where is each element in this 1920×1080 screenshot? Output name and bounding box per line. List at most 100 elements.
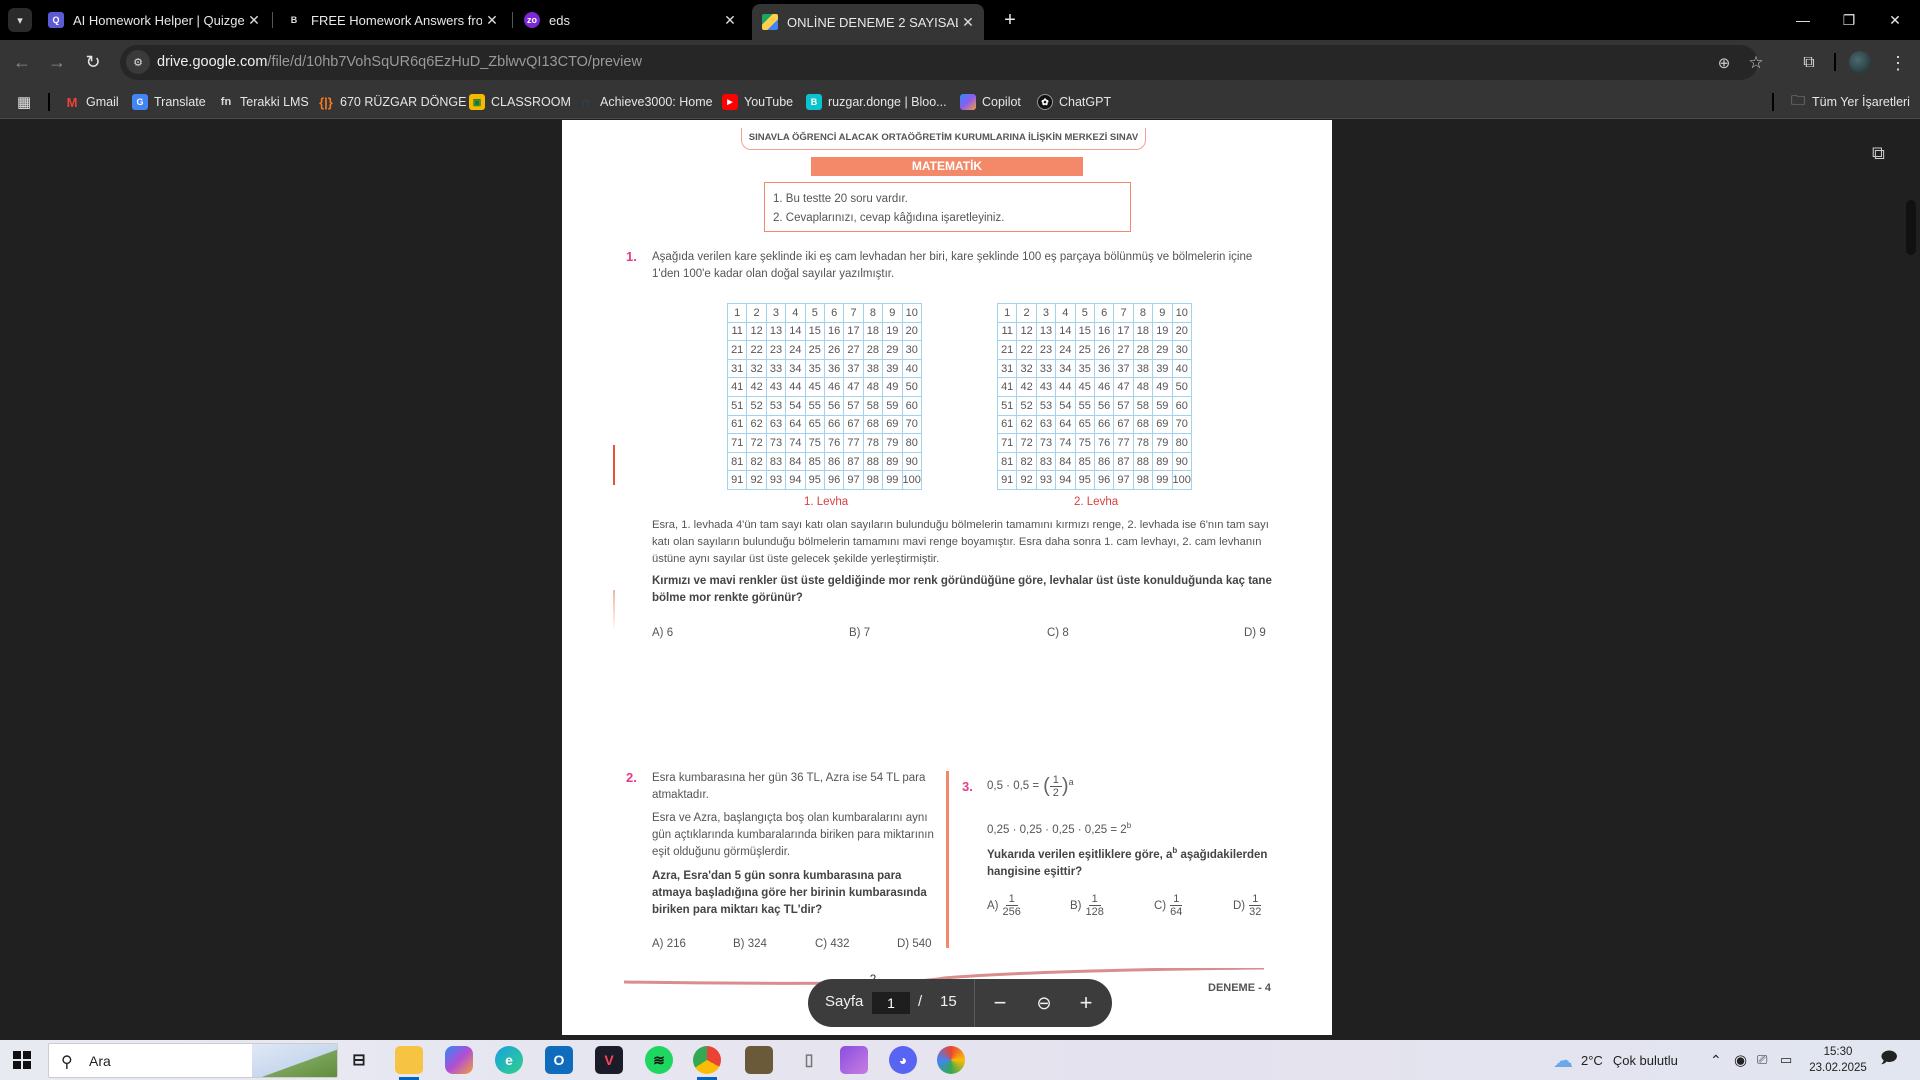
fit-zoom-button[interactable]: ⊖ xyxy=(1030,989,1058,1017)
windows-start-button[interactable] xyxy=(12,1050,32,1070)
edge-icon[interactable]: e xyxy=(495,1046,523,1074)
system-clock[interactable]: 15:30 23.02.2025 xyxy=(1806,1044,1870,1076)
open-in-new-window-button[interactable]: ⧉ xyxy=(1872,143,1896,167)
option-d[interactable]: D) 9 xyxy=(1244,627,1266,639)
discord-icon[interactable]: ◕ xyxy=(889,1046,917,1074)
grid-cell: 44 xyxy=(1055,377,1076,397)
outlook-icon[interactable]: O xyxy=(545,1046,573,1074)
copilot-app-icon[interactable] xyxy=(445,1046,473,1074)
apps-button[interactable]: ▦ xyxy=(17,93,31,111)
bookmark-youtube[interactable]: ▶ YouTube xyxy=(722,93,793,111)
weather-widget[interactable]: ☁ 2°C Çok bulutlu xyxy=(1553,1040,1678,1080)
grid-cell: 71 xyxy=(726,433,748,453)
grid-cell: 93 xyxy=(1035,470,1057,490)
tab-eds[interactable]: zo eds ✕ xyxy=(514,4,746,36)
option-c[interactable]: C) 1 64 xyxy=(1154,893,1182,918)
option-a[interactable]: A) 216 xyxy=(652,938,686,950)
valorant-icon[interactable]: V xyxy=(595,1046,623,1074)
site-info-button[interactable]: ⚙ xyxy=(126,50,150,74)
chevron-up-icon: ⌃ xyxy=(1710,1051,1722,1068)
bookmark-copilot[interactable]: Copilot xyxy=(960,93,1021,111)
fraction: 1 64 xyxy=(1170,893,1182,918)
spotify-icon[interactable]: ≋ xyxy=(645,1046,673,1074)
url-text[interactable]: drive.google.com/file/d/10hb7VohSqUR6q6E… xyxy=(157,54,642,70)
reload-button[interactable]: ↻ xyxy=(79,48,107,76)
tab-pdf-active[interactable]: ONLİNE DENEME 2 SAYISAL.pdf ✕ xyxy=(752,4,984,40)
question-1-body: Esra, 1. levhada 4'ün tam sayı katı olan… xyxy=(652,519,1269,565)
grid-cell: 94 xyxy=(1055,470,1076,490)
classroom-icon: ▣ xyxy=(469,94,485,110)
address-bar[interactable]: ⚙ drive.google.com/file/d/10hb7VohSqUR6q… xyxy=(120,45,1764,80)
task-view-icon[interactable]: ⊟ xyxy=(345,1046,373,1074)
zoom-indicator-button[interactable]: ⊕ xyxy=(1712,51,1736,75)
battery-indicator[interactable]: ▭ xyxy=(1780,1040,1792,1080)
profile-avatar[interactable] xyxy=(1849,51,1871,73)
minecraft-icon[interactable] xyxy=(745,1046,773,1074)
minimize-button[interactable]: — xyxy=(1780,0,1826,40)
option-b[interactable]: B) 7 xyxy=(849,627,870,639)
bookmarks-bar: ▦ M Gmail G Translate fn Terakki LMS {|} 670… xyxy=(0,85,1920,119)
bookmark-gmail[interactable]: M Gmail xyxy=(64,93,119,111)
extensions-button[interactable]: ⧉ xyxy=(1796,50,1822,76)
tab-search-button[interactable]: ▾ xyxy=(8,8,32,32)
question-number: 3. xyxy=(962,779,973,794)
grid-cell: 75 xyxy=(804,433,825,453)
restore-button[interactable]: ❐ xyxy=(1826,0,1872,40)
bookmark-blooket[interactable]: Bruzgar.donge | Bloo... xyxy=(806,93,947,111)
mouse-app-icon[interactable]: ▯ xyxy=(795,1046,823,1074)
clipchamp-icon[interactable] xyxy=(840,1046,868,1074)
chrome-icon[interactable] xyxy=(693,1046,721,1074)
zoom-out-button[interactable]: − xyxy=(986,989,1014,1017)
grid-cell: 54 xyxy=(1055,395,1076,416)
bookmark-translate[interactable]: G Translate xyxy=(132,93,206,111)
bookmark-star-button[interactable]: ☆ xyxy=(1744,51,1768,75)
grid-cell: 69 xyxy=(882,414,903,435)
close-window-button[interactable]: ✕ xyxy=(1872,0,1918,40)
option-a[interactable]: A) 1 256 xyxy=(987,893,1021,918)
bookmark-ruzgar-donge[interactable]: {|} 670 RÜZGAR DÖNGE xyxy=(318,93,466,111)
option-d[interactable]: D) 540 xyxy=(897,938,932,950)
tab-quizgecko[interactable]: Q AI Homework Helper | Quizgecko ✕ xyxy=(38,4,270,36)
all-bookmarks-button[interactable]: 🗀 Tüm Yer İşaretleri xyxy=(1790,92,1910,111)
bookmark-terakki[interactable]: fn Terakki LMS xyxy=(218,93,309,111)
option-a[interactable]: A) 6 xyxy=(652,627,673,639)
close-icon[interactable]: ✕ xyxy=(720,12,740,29)
file-explorer-icon[interactable] xyxy=(395,1046,423,1074)
grid-cell: 74 xyxy=(785,433,806,453)
bookmark-chatgpt[interactable]: ✿ ChatGPT xyxy=(1037,93,1111,111)
photos-icon[interactable] xyxy=(937,1046,965,1074)
tray-overflow-button[interactable]: ⌃ xyxy=(1710,1040,1722,1080)
taskbar-search[interactable]: ⚲ Ara xyxy=(48,1043,338,1078)
back-button[interactable]: ← xyxy=(8,48,36,76)
bookmark-achieve3000[interactable]: ∩ Achieve3000: Home xyxy=(578,93,713,111)
tab-brainly[interactable]: B FREE Homework Answers from Brainly ✕ xyxy=(276,4,508,36)
option-d[interactable]: D) 1 32 xyxy=(1233,893,1261,918)
numerator: 1 xyxy=(1049,774,1062,787)
recording-indicator[interactable]: ◉ xyxy=(1734,1040,1747,1080)
blooket-icon: B xyxy=(806,94,822,110)
new-tab-button[interactable]: + xyxy=(996,6,1024,34)
close-icon[interactable]: ✕ xyxy=(958,14,978,31)
grid-cell: 27 xyxy=(843,340,864,360)
grid-cell: 82 xyxy=(1016,451,1037,472)
page-number-input[interactable]: 1 xyxy=(872,992,910,1014)
close-icon[interactable]: ✕ xyxy=(244,12,264,29)
bookmark-classroom[interactable]: ▣ CLASSROOM xyxy=(469,93,571,111)
option-b[interactable]: B) 324 xyxy=(733,938,767,950)
browser-menu-button[interactable]: ⋮ xyxy=(1885,50,1911,76)
grid-cell: 81 xyxy=(996,451,1018,472)
forward-button[interactable]: → xyxy=(43,48,71,76)
option-c[interactable]: C) 8 xyxy=(1047,627,1069,639)
grid-cell: 48 xyxy=(1132,377,1154,397)
scrollbar-thumb[interactable] xyxy=(1906,200,1916,255)
notifications-button[interactable]: 🗩 xyxy=(1880,1040,1898,1080)
option-b[interactable]: B) 1 128 xyxy=(1070,893,1104,918)
grid-cell: 90 xyxy=(901,451,922,472)
grid-cell: 72 xyxy=(1016,433,1037,453)
camera-indicator[interactable]: ⎚ xyxy=(1757,1040,1767,1080)
option-c[interactable]: C) 432 xyxy=(815,938,850,950)
zoom-in-button[interactable]: + xyxy=(1072,989,1100,1017)
grid-cell: 88 xyxy=(1132,451,1154,472)
grid-cell: 32 xyxy=(746,358,767,379)
close-icon[interactable]: ✕ xyxy=(482,12,502,29)
